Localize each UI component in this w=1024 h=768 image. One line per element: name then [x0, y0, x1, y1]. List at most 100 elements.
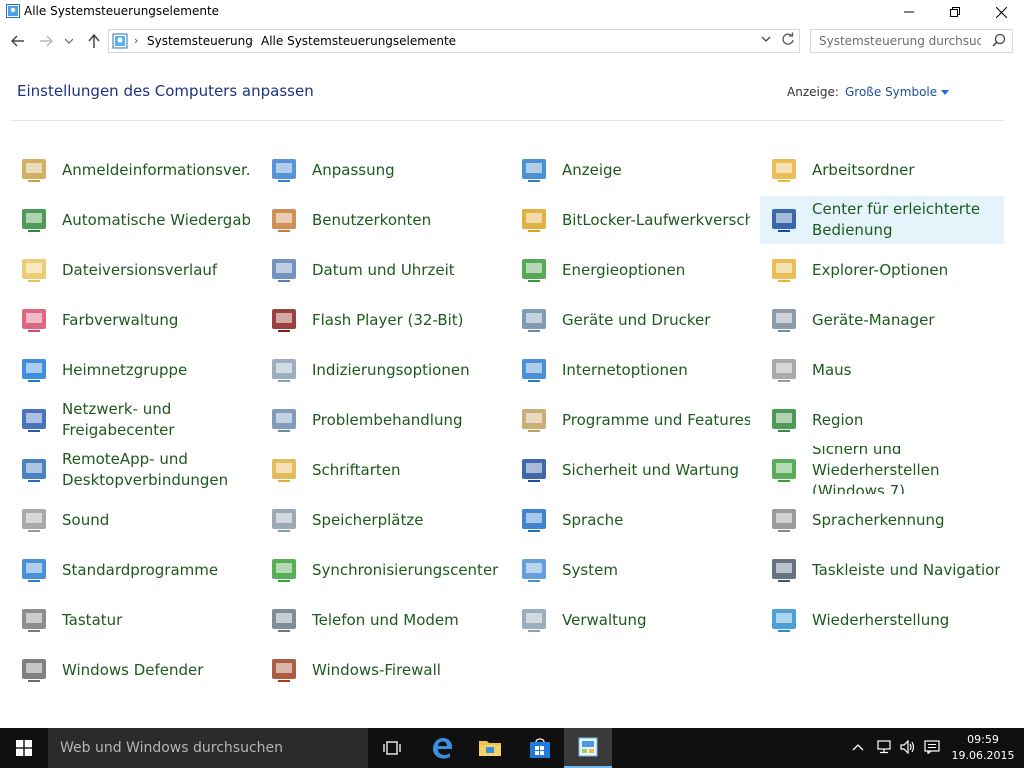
control-panel-item[interactable]: Internetoptionen — [510, 346, 754, 394]
control-panel-item[interactable]: Anmeldeinformationsver... — [10, 146, 254, 194]
control-panel-item[interactable]: Windows Defender — [10, 646, 254, 694]
view-mode-dropdown[interactable]: Große Symbole — [845, 85, 950, 99]
control-panel-item-label[interactable]: Netzwerk- und Freigabecenter — [62, 396, 250, 444]
control-panel-item-label[interactable]: Tastatur — [62, 596, 250, 644]
control-panel-item[interactable]: Energieoptionen — [510, 246, 754, 294]
breadcrumb-separator[interactable]: › — [134, 34, 138, 47]
control-panel-item[interactable]: Sound — [10, 496, 254, 544]
restore-button[interactable] — [932, 0, 978, 24]
control-panel-item-label[interactable]: Geräte und Drucker — [562, 296, 750, 344]
control-panel-item-label[interactable]: System — [562, 546, 750, 594]
control-panel-item[interactable]: Anzeige — [510, 146, 754, 194]
search-input[interactable] — [811, 30, 981, 52]
control-panel-item[interactable]: Center für erleichterte Bedienung — [760, 196, 1004, 244]
control-panel-item-label[interactable]: Windows Defender — [62, 646, 250, 694]
control-panel-item-label[interactable]: Center für erleichterte Bedienung — [812, 196, 1000, 244]
system-clock[interactable]: 09:59 19.06.2015 — [950, 732, 1016, 764]
control-panel-item-label[interactable]: Internetoptionen — [562, 346, 750, 394]
start-button[interactable] — [0, 728, 48, 768]
control-panel-item[interactable]: Automatische Wiedergabe — [10, 196, 254, 244]
control-panel-item[interactable]: Windows-Firewall — [260, 646, 504, 694]
control-panel-item[interactable]: Farbverwaltung — [10, 296, 254, 344]
control-panel-item[interactable]: BitLocker-Laufwerkversch... — [510, 196, 754, 244]
control-panel-item-label[interactable]: Heimnetzgruppe — [62, 346, 250, 394]
control-panel-item[interactable]: Netzwerk- und Freigabecenter — [10, 396, 254, 444]
breadcrumb-all-items[interactable]: Alle Systemsteuerungselemente — [261, 34, 456, 48]
control-panel-item[interactable]: Sprache — [510, 496, 754, 544]
control-panel-item-label[interactable]: Sicherheit und Wartung — [562, 446, 750, 494]
close-button[interactable] — [978, 0, 1024, 24]
control-panel-item[interactable]: Indizierungsoptionen — [260, 346, 504, 394]
control-panel-item-label[interactable]: Flash Player (32-Bit) — [312, 296, 500, 344]
control-panel-item[interactable]: Problembehandlung — [260, 396, 504, 444]
forward-button[interactable] — [36, 30, 56, 52]
back-button[interactable] — [8, 30, 28, 52]
control-panel-item-label[interactable]: Standardprogramme — [62, 546, 250, 594]
control-panel-item[interactable]: Geräte-Manager — [760, 296, 1004, 344]
control-panel-item[interactable]: Datum und Uhrzeit — [260, 246, 504, 294]
control-panel-item-label[interactable]: Arbeitsordner — [812, 146, 1000, 194]
control-panel-item[interactable]: Standardprogramme — [10, 546, 254, 594]
control-panel-item-label[interactable]: Farbverwaltung — [62, 296, 250, 344]
control-panel-item-label[interactable]: Sichern und Wiederherstellen (Windows 7) — [812, 446, 1000, 494]
control-panel-item-label[interactable]: Explorer-Optionen — [812, 246, 1000, 294]
control-panel-item[interactable]: System — [510, 546, 754, 594]
control-panel-item[interactable]: Benutzerkonten — [260, 196, 504, 244]
control-panel-item[interactable]: Telefon und Modem — [260, 596, 504, 644]
control-panel-item-label[interactable]: Region — [812, 396, 1000, 444]
control-panel-item[interactable]: Speicherplätze — [260, 496, 504, 544]
control-panel-item-label[interactable]: Programme und Features — [562, 396, 750, 444]
control-panel-item[interactable]: Region — [760, 396, 1004, 444]
control-panel-item-label[interactable]: Benutzerkonten — [312, 196, 500, 244]
store-button[interactable] — [516, 728, 564, 768]
minimize-button[interactable] — [886, 0, 932, 24]
control-panel-item-label[interactable]: Energieoptionen — [562, 246, 750, 294]
control-panel-item[interactable]: Verwaltung — [510, 596, 754, 644]
search-box[interactable] — [810, 29, 1013, 53]
control-panel-item-label[interactable]: Wiederherstellung — [812, 596, 1000, 644]
control-panel-item[interactable]: Arbeitsordner — [760, 146, 1004, 194]
file-explorer-button[interactable] — [466, 728, 514, 768]
control-panel-item[interactable]: Heimnetzgruppe — [10, 346, 254, 394]
control-panel-item[interactable]: Anpassung — [260, 146, 504, 194]
control-panel-item-label[interactable]: Anpassung — [312, 146, 500, 194]
control-panel-item[interactable]: Synchronisierungscenter — [260, 546, 504, 594]
control-panel-item-label[interactable]: Sprache — [562, 496, 750, 544]
control-panel-item[interactable]: Geräte und Drucker — [510, 296, 754, 344]
control-panel-item-label[interactable]: Dateiversionsverlauf — [62, 246, 250, 294]
edge-button[interactable] — [418, 728, 466, 768]
task-view-button[interactable] — [368, 728, 416, 768]
control-panel-item-label[interactable]: Geräte-Manager — [812, 296, 1000, 344]
control-panel-item-label[interactable]: Anzeige — [562, 146, 750, 194]
control-panel-item[interactable]: Spracherkennung — [760, 496, 1004, 544]
control-panel-item[interactable]: Sichern und Wiederherstellen (Windows 7) — [760, 446, 1004, 494]
control-panel-taskbar-button[interactable] — [564, 728, 612, 768]
refresh-button[interactable] — [781, 32, 795, 50]
control-panel-item-label[interactable]: Indizierungsoptionen — [312, 346, 500, 394]
control-panel-item-label[interactable]: Problembehandlung — [312, 396, 500, 444]
address-bar[interactable]: › Systemsteuerung › Alle Systemsteuerung… — [108, 29, 800, 53]
show-hidden-icons-button[interactable] — [852, 740, 864, 754]
control-panel-item[interactable]: Maus — [760, 346, 1004, 394]
breadcrumb-separator[interactable]: › — [249, 34, 253, 47]
address-dropdown-button[interactable] — [761, 33, 771, 46]
control-panel-item[interactable]: Programme und Features — [510, 396, 754, 444]
control-panel-item-label[interactable]: RemoteApp- und Desktopverbindungen — [62, 446, 250, 494]
control-panel-item[interactable]: Tastatur — [10, 596, 254, 644]
control-panel-item-label[interactable]: Schriftarten — [312, 446, 500, 494]
network-tray-button[interactable] — [876, 740, 892, 757]
control-panel-item[interactable]: RemoteApp- und Desktopverbindungen — [10, 446, 254, 494]
control-panel-item-label[interactable]: Anmeldeinformationsver... — [62, 146, 250, 194]
breadcrumb-control-panel[interactable]: Systemsteuerung — [147, 34, 253, 48]
recent-locations-button[interactable] — [62, 30, 76, 52]
control-panel-item[interactable]: Dateiversionsverlauf — [10, 246, 254, 294]
control-panel-item[interactable]: Schriftarten — [260, 446, 504, 494]
control-panel-item-label[interactable]: Taskleiste und Navigation — [812, 546, 1000, 594]
control-panel-item-label[interactable]: Synchronisierungscenter — [312, 546, 500, 594]
control-panel-item[interactable]: Wiederherstellung — [760, 596, 1004, 644]
control-panel-item-label[interactable]: Datum und Uhrzeit — [312, 246, 500, 294]
volume-tray-button[interactable] — [900, 739, 916, 757]
control-panel-item-label[interactable]: Windows-Firewall — [312, 646, 500, 694]
control-panel-item-label[interactable]: Verwaltung — [562, 596, 750, 644]
view-mode-value[interactable]: Große Symbole — [845, 85, 937, 99]
